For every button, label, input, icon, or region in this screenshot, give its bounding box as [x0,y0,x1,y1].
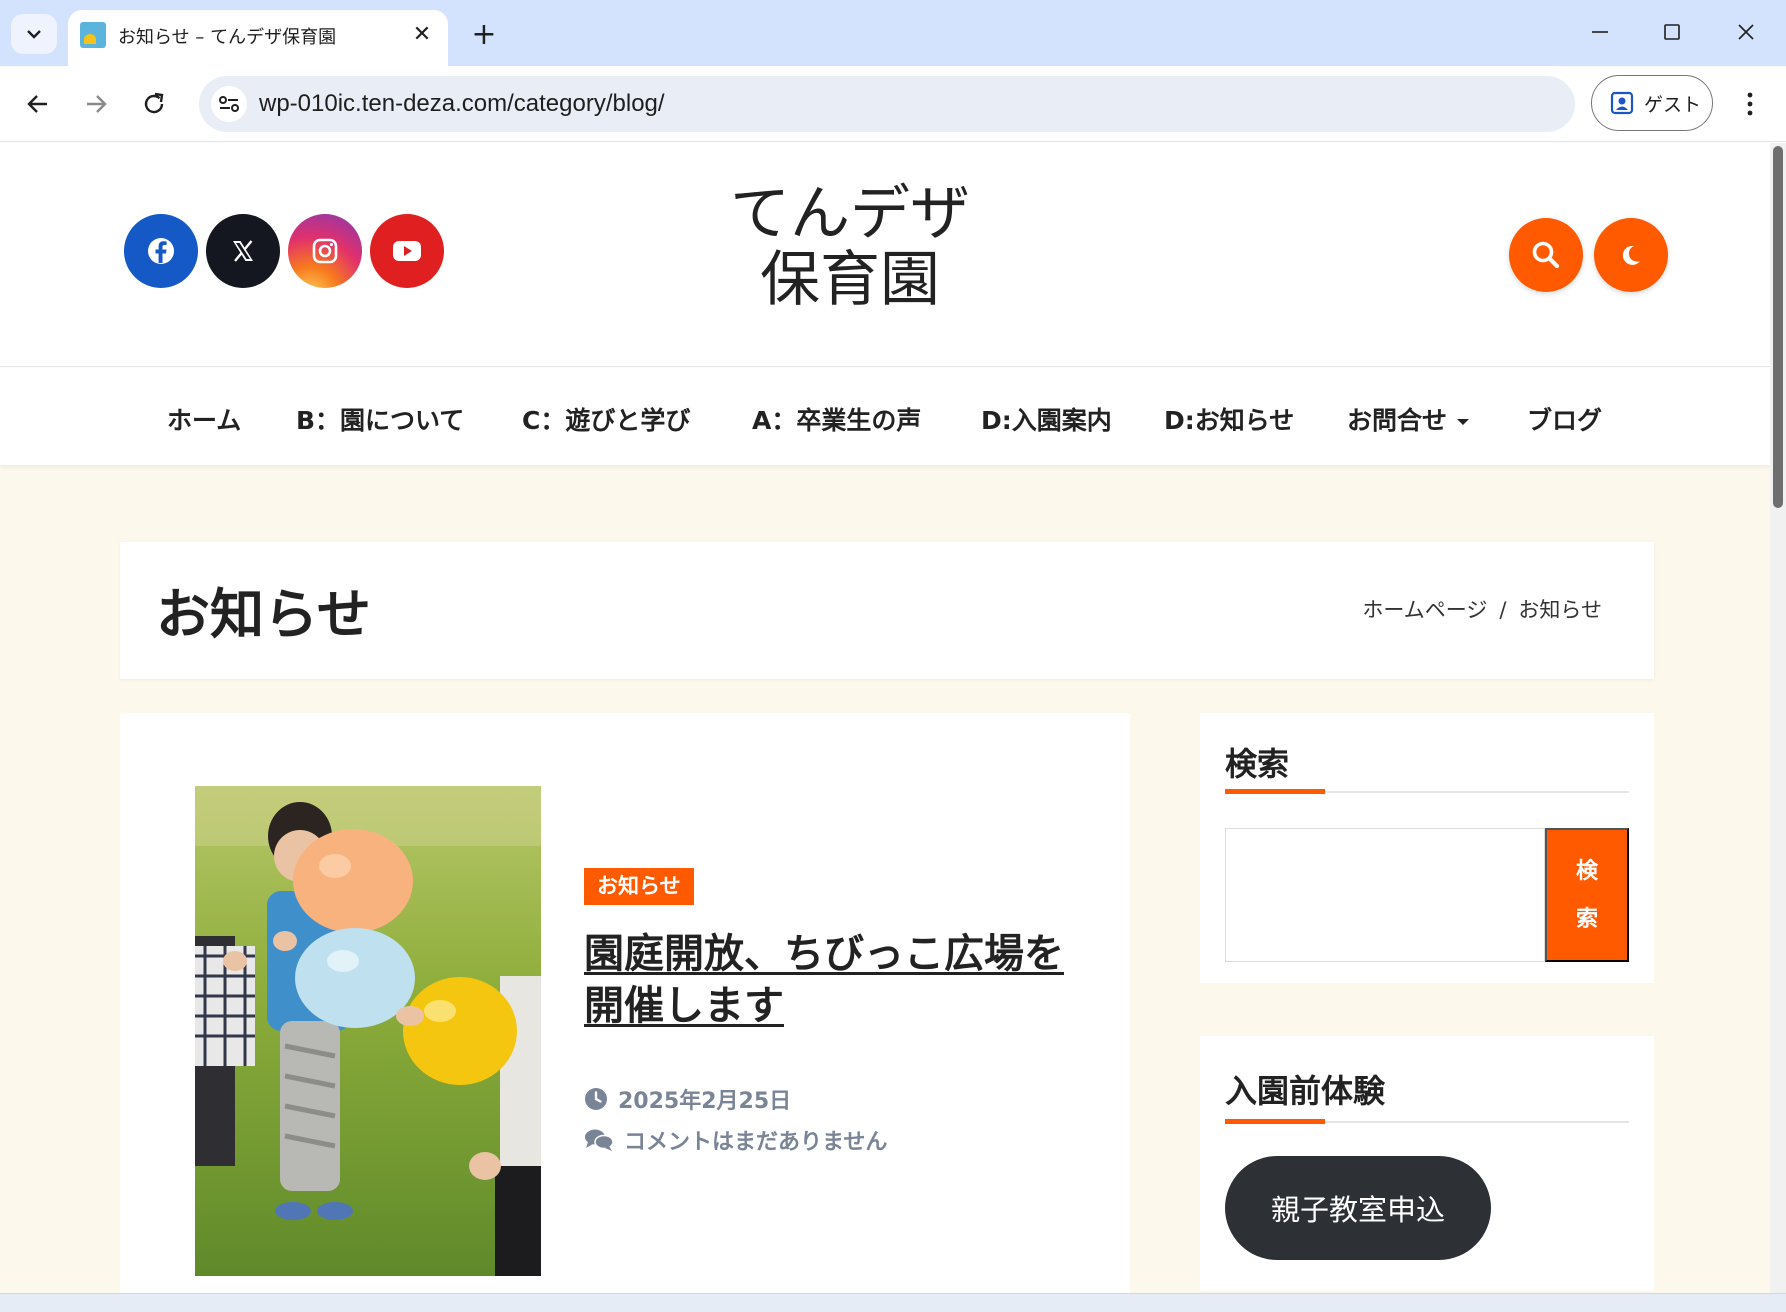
parent-child-class-signup-button[interactable]: 親子教室申込 [1225,1156,1491,1260]
nav-item-admission[interactable]: D:入園案内 [981,401,1112,437]
browser-toolbar: wp-010ic.ten-deza.com/category/blog/ ゲスト [0,66,1786,142]
search-input[interactable] [1225,828,1545,962]
main-navigation: ホーム B：園について C：遊びと学び A：卒業生の声 D:入園案内 D:お知ら… [0,367,1770,465]
breadcrumb-home-link[interactable]: ホームページ [1362,598,1487,622]
widget-title-underline [1225,1119,1629,1124]
window-close-icon[interactable] [1724,12,1768,52]
clock-icon [585,1088,607,1110]
nav-item-contact-label: お問合せ [1347,406,1448,435]
forward-icon[interactable] [74,82,118,126]
comments-icon [585,1129,614,1151]
reload-icon[interactable] [132,82,176,126]
post-card: お知らせ 園庭開放、ちびっこ広場を開催します 2025年2月25日 コメントはま… [120,713,1130,1293]
search-toggle-button[interactable] [1509,218,1583,292]
tab-search-button[interactable] [11,14,57,54]
search-icon [1532,241,1560,269]
nav-item-about[interactable]: B：園について [296,401,464,437]
trial-class-widget: 入園前体験 親子教室申込 [1200,1036,1654,1291]
post-date[interactable]: 2025年2月25日 [618,1083,791,1115]
category-badge[interactable]: お知らせ [584,868,694,905]
address-bar[interactable]: wp-010ic.ten-deza.com/category/blog/ [199,76,1575,132]
trial-widget-title: 入園前体験 [1225,1072,1386,1110]
nav-item-news[interactable]: D:お知らせ [1164,401,1294,437]
post-comments-link[interactable]: コメントはまだありません [624,1124,887,1156]
site-header: てんデザ 保育園 [0,143,1770,367]
site-info-icon[interactable] [211,86,247,122]
url-text[interactable]: wp-010ic.ten-deza.com/category/blog/ [259,90,665,118]
site-title-line1: てんデザ [730,179,970,249]
breadcrumb-separator: / [1499,598,1507,622]
page-viewport: てんデザ 保育園 ホーム B：園について C：遊びと学び A：卒業生の声 D:入… [0,143,1770,1293]
x-icon[interactable] [206,214,280,288]
back-icon[interactable] [16,82,60,126]
facebook-icon[interactable] [124,214,198,288]
nav-item-play-learn[interactable]: C：遊びと学び [522,401,690,437]
os-taskbar [0,1293,1786,1312]
favicon-icon [80,22,106,48]
breadcrumb-current: お知らせ [1518,598,1602,622]
minimize-icon[interactable] [1578,12,1622,52]
profile-label: ゲスト [1644,93,1702,116]
dark-mode-toggle-button[interactable] [1594,218,1668,292]
scrollbar-thumb[interactable] [1773,146,1783,508]
maximize-icon[interactable] [1650,12,1694,52]
post-comments-row: コメントはまだありません [584,1124,887,1156]
active-tab[interactable]: お知らせ – てんデザ保育園 ✕ [68,10,448,66]
dark-mode-moon-icon [1622,245,1640,265]
search-submit-button[interactable]: 検索 [1545,828,1629,962]
post-date-row: 2025年2月25日 [584,1083,791,1115]
site-title[interactable]: てんデザ 保育園 [700,181,1000,313]
search-widget-title: 検索 [1225,745,1290,783]
tab-strip: お知らせ – てんデザ保育園 ✕ + [0,0,1786,66]
close-icon[interactable]: ✕ [408,20,436,48]
nav-item-contact[interactable]: お問合せ [1347,401,1470,437]
new-tab-icon[interactable]: + [464,14,504,54]
nav-item-blog[interactable]: ブログ [1527,401,1602,437]
post-thumbnail-image[interactable] [195,786,541,1276]
nav-item-graduates[interactable]: A：卒業生の声 [752,401,921,437]
tab-title: お知らせ – てんデザ保育園 [118,27,337,48]
profile-button[interactable]: ゲスト [1591,75,1713,131]
youtube-icon[interactable] [370,214,444,288]
post-title-link[interactable]: 園庭開放、ちびっこ広場を開催します [584,928,1084,1032]
tab-search-icon [27,30,41,39]
page-scrollbar[interactable] [1770,143,1786,1293]
profile-icon [1610,91,1634,115]
search-widget: 検索 検索 [1200,713,1654,983]
chevron-down-icon [1457,419,1470,425]
breadcrumb: ホームページ / お知らせ [1362,594,1602,624]
page-title-box: お知らせ ホームページ / お知らせ [120,542,1654,679]
page-title: お知らせ [156,583,371,646]
widget-title-underline [1225,789,1629,794]
instagram-icon[interactable] [288,214,362,288]
browser-window: お知らせ – てんデザ保育園 ✕ + wp-010ic.ten-deza.com… [0,0,1786,1312]
site-title-line2: 保育園 [760,245,940,315]
kebab-menu-icon[interactable] [1728,82,1772,126]
nav-item-home[interactable]: ホーム [167,401,241,437]
